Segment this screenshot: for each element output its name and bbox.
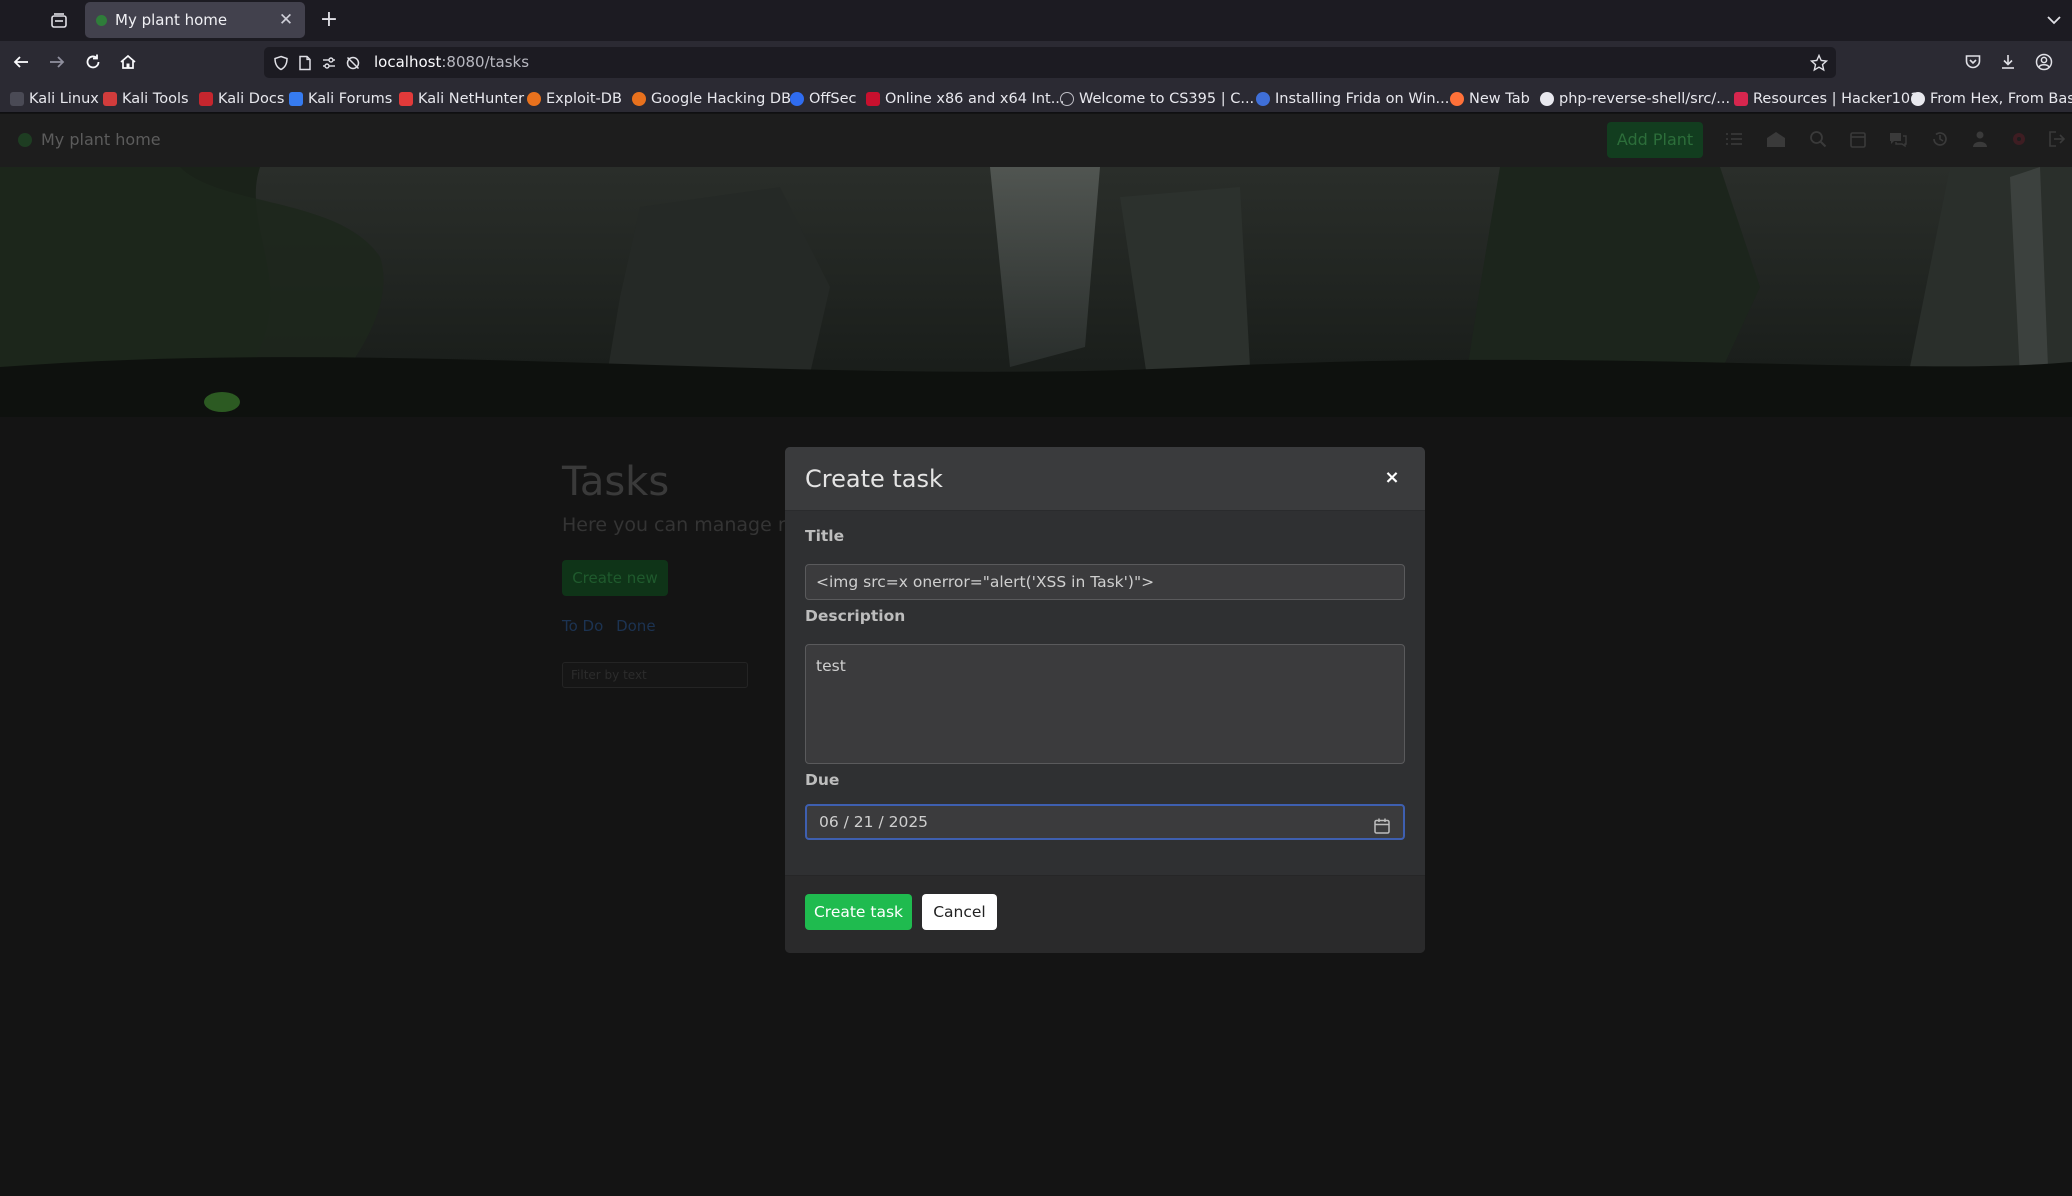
browser-tabstrip: My plant home ✕ + [0, 0, 2072, 41]
bookmark-label: php-reverse-shell/src/... [1559, 91, 1731, 107]
bookmark-label: Exploit-DB [546, 91, 622, 107]
bookmark-label: Google Hacking DB [651, 91, 792, 107]
create-task-modal: Create task × Title <img src=x onerror="… [785, 447, 1425, 953]
firefox-icon [1450, 92, 1464, 106]
hacker101-icon [1734, 92, 1748, 106]
due-date-input[interactable]: 06 / 21 / 2025 [805, 804, 1405, 840]
wordpress-icon [1256, 92, 1270, 106]
kali-nethunter-icon [399, 92, 413, 106]
pocket-icon[interactable] [1959, 48, 1987, 76]
due-date-value: 06 / 21 / 2025 [819, 813, 929, 831]
offsec-icon [790, 92, 804, 106]
close-icon[interactable]: × [1381, 467, 1403, 489]
bookmark-item[interactable]: Online x86 and x64 Int... [866, 89, 1065, 109]
bookmark-item[interactable]: Kali Linux [10, 89, 99, 109]
cancel-button[interactable]: Cancel [922, 894, 997, 930]
bookmark-label: Resources | Hacker101 [1753, 91, 1920, 107]
bookmark-item[interactable]: Google Hacking DB [632, 89, 791, 109]
plant-favicon-icon [96, 14, 107, 26]
page-content: My plant home Add Plant Tasks Here you c… [0, 114, 2072, 1196]
bookmark-label: OffSec [809, 91, 857, 107]
bookmark-item[interactable]: Exploit-DB [527, 89, 622, 109]
defuse-icon [866, 92, 880, 106]
bookmark-label: Welcome to CS395 | C... [1079, 91, 1255, 107]
create-task-button[interactable]: Create task [805, 894, 912, 930]
page-icon[interactable] [296, 54, 314, 72]
account-icon[interactable] [2030, 48, 2058, 76]
bookmark-label: Kali Tools [122, 91, 189, 107]
bookmarks-toolbar: Kali Linux Kali Tools Kali Docs Kali For… [0, 83, 2072, 113]
bookmark-item[interactable]: Kali NetHunter [399, 89, 524, 109]
url-host: localhost [374, 53, 442, 71]
home-icon[interactable] [114, 48, 142, 76]
bookmark-label: From Hex, From Base [1930, 91, 2072, 107]
modal-header: Create task × [785, 447, 1425, 511]
calendar-icon[interactable] [1373, 814, 1391, 834]
github-icon [1540, 92, 1554, 106]
exploit-db-icon [527, 92, 541, 106]
bookmark-label: Kali Linux [29, 91, 99, 107]
chevron-down-icon[interactable] [2042, 6, 2066, 34]
bookmark-label: Online x86 and x64 Int... [885, 91, 1065, 107]
kali-dragon-icon [10, 92, 24, 106]
tracking-protection-off-icon[interactable] [344, 54, 362, 72]
bookmark-item[interactable]: From Hex, From Base [1911, 89, 2072, 109]
modal-footer: Create task Cancel [785, 875, 1425, 953]
bookmark-item[interactable]: php-reverse-shell/src/... [1540, 89, 1730, 109]
bookmark-item[interactable]: Resources | Hacker101 [1734, 89, 1919, 109]
bookmark-label: Installing Frida on Win... [1275, 91, 1450, 107]
shield-icon[interactable] [272, 54, 290, 72]
kali-forums-icon [289, 92, 303, 106]
back-arrow-icon[interactable] [7, 48, 35, 76]
tab-title: My plant home [115, 11, 228, 29]
forward-arrow-icon[interactable] [43, 48, 71, 76]
url-bar[interactable]: localhost:8080/tasks [264, 47, 1836, 78]
bookmark-item[interactable]: New Tab [1450, 89, 1530, 109]
due-label: Due [805, 771, 840, 789]
title-input[interactable]: <img src=x onerror="alert('XSS in Task')… [805, 564, 1405, 600]
bookmark-item[interactable]: Kali Tools [103, 89, 189, 109]
permissions-icon[interactable] [320, 54, 338, 72]
description-textarea[interactable]: test [805, 644, 1405, 764]
bookmark-item[interactable]: Kali Docs [199, 89, 284, 109]
modal-title: Create task [805, 465, 943, 493]
title-label: Title [805, 527, 845, 545]
new-tab-icon[interactable]: + [314, 6, 344, 36]
description-label: Description [805, 607, 906, 625]
bookmark-item[interactable]: OffSec [790, 89, 857, 109]
downloads-icon[interactable] [1994, 48, 2022, 76]
bookmark-star-icon[interactable] [1810, 54, 1828, 72]
bookmark-item[interactable]: Kali Forums [289, 89, 392, 109]
reload-icon[interactable] [79, 48, 107, 76]
bookmark-item[interactable]: Installing Frida on Win... [1256, 89, 1449, 109]
browser-navbar: localhost:8080/tasks [0, 41, 2072, 83]
globe-icon [1060, 92, 1074, 106]
url-text[interactable]: localhost:8080/tasks [374, 53, 529, 71]
cyberchef-icon [1911, 92, 1925, 106]
bookmark-label: New Tab [1469, 91, 1530, 107]
bookmark-label: Kali Docs [218, 91, 285, 107]
tab-overview-icon[interactable] [44, 6, 74, 36]
kali-tools-icon [103, 92, 117, 106]
bookmark-item[interactable]: Welcome to CS395 | C... [1060, 89, 1254, 109]
bookmark-label: Kali Forums [308, 91, 393, 107]
active-tab[interactable]: My plant home ✕ [85, 2, 305, 38]
url-path: :8080/tasks [441, 53, 530, 71]
close-tab-icon[interactable]: ✕ [273, 10, 299, 30]
kali-docs-icon [199, 92, 213, 106]
ghdb-icon [632, 92, 646, 106]
bookmark-label: Kali NetHunter [418, 91, 525, 107]
